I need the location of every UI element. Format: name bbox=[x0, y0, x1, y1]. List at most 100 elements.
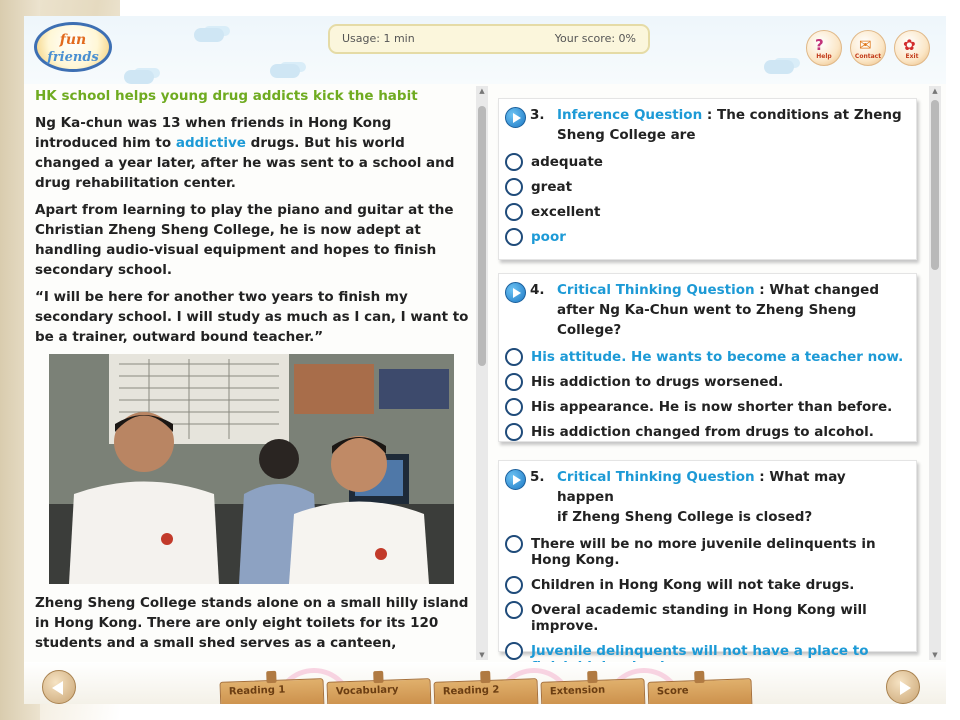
quiz-panel: 3. Inference Question : The conditions a… bbox=[493, 84, 939, 662]
option-label: Children in Hong Kong will not take drug… bbox=[531, 577, 855, 593]
question-text: : The conditions at Zheng bbox=[702, 107, 902, 123]
signpost-pin bbox=[694, 670, 705, 684]
tab-score[interactable]: Score bbox=[647, 670, 753, 704]
radio-button[interactable] bbox=[505, 398, 523, 416]
option-label: His appearance. He is now shorter than b… bbox=[531, 399, 893, 415]
question-text: : What changed bbox=[754, 282, 879, 298]
option-label: His addiction to drugs worsened. bbox=[531, 374, 784, 390]
answer-option-selected[interactable]: poor bbox=[505, 228, 906, 246]
answer-option-selected[interactable]: Juvenile delinquents will not have a pla… bbox=[505, 642, 906, 662]
option-label: Overal academic standing in Hong Kong wi… bbox=[531, 602, 867, 634]
question-type: Critical Thinking Question bbox=[557, 469, 755, 485]
cloud-decoration bbox=[270, 64, 300, 78]
help-label: Help bbox=[816, 53, 832, 60]
cloud-decoration bbox=[124, 70, 154, 84]
radio-button[interactable] bbox=[505, 373, 523, 391]
question-card-5: 5. Critical Thinking Question : What may… bbox=[498, 460, 917, 662]
article-panel: HK school helps young drug addicts kick … bbox=[24, 84, 476, 662]
mail-icon: ✉ bbox=[859, 36, 872, 54]
quiz-scrollbar[interactable]: ▲ ▼ bbox=[929, 86, 941, 660]
article-paragraph: “I will be here for another two years to… bbox=[35, 289, 469, 345]
question-card-4: 4. Critical Thinking Question : What cha… bbox=[498, 273, 917, 442]
answer-option[interactable]: His addiction changed from drugs to alco… bbox=[505, 423, 906, 441]
signpost-pin bbox=[480, 670, 491, 684]
vocabulary-keyword-link[interactable]: addictive bbox=[176, 135, 246, 151]
radio-button[interactable] bbox=[505, 423, 523, 441]
question-number: 4. bbox=[530, 282, 545, 298]
question-number: 3. bbox=[530, 107, 545, 123]
usage-status-bar: Usage: 1 min Your score: 0% bbox=[328, 24, 650, 54]
usage-time: Usage: 1 min bbox=[342, 32, 415, 45]
play-audio-icon[interactable] bbox=[505, 469, 526, 490]
score-display: Your score: 0% bbox=[554, 32, 636, 45]
scroll-thumb[interactable] bbox=[931, 100, 939, 270]
option-label: Juvenile delinquents will not have a pla… bbox=[531, 643, 869, 662]
contact-button[interactable]: ✉ Contact bbox=[850, 30, 886, 66]
question-type: Inference Question bbox=[557, 107, 703, 123]
option-label: His addiction changed from drugs to alco… bbox=[531, 424, 874, 440]
scroll-up-arrow-icon[interactable]: ▲ bbox=[929, 86, 941, 96]
radio-button[interactable] bbox=[505, 348, 523, 366]
radio-button[interactable] bbox=[505, 642, 523, 660]
article-paragraph: Ng Ka-chun was 13 when friends in Hong K… bbox=[35, 113, 473, 193]
article-scrollbar[interactable]: ▲ ▼ bbox=[476, 86, 488, 660]
question-text: after Ng Ka-Chun went to Zheng Sheng Col… bbox=[557, 302, 857, 338]
photo-illustration bbox=[49, 354, 454, 584]
contact-label: Contact bbox=[854, 53, 882, 60]
article-photo bbox=[49, 354, 454, 584]
radio-button[interactable] bbox=[505, 576, 523, 594]
question-header: 3. Inference Question : The conditions a… bbox=[505, 105, 906, 145]
play-audio-icon[interactable] bbox=[505, 107, 526, 128]
tab-vocabulary[interactable]: Vocabulary bbox=[326, 670, 432, 704]
signpost-pin bbox=[266, 670, 277, 684]
logo-text-friends: friends bbox=[47, 49, 99, 65]
answer-option[interactable]: His appearance. He is now shorter than b… bbox=[505, 398, 906, 416]
option-label: There will be no more juvenile delinquen… bbox=[531, 536, 876, 568]
radio-button[interactable] bbox=[505, 601, 523, 619]
article-paragraph: Apart from learning to play the piano an… bbox=[35, 202, 454, 278]
tab-extension[interactable]: Extension bbox=[540, 670, 646, 704]
article-title: HK school helps young drug addicts kick … bbox=[35, 88, 418, 104]
option-label: His attitude. He wants to become a teach… bbox=[531, 349, 904, 365]
radio-button[interactable] bbox=[505, 535, 523, 553]
previous-page-arrow-icon[interactable] bbox=[42, 670, 76, 704]
question-text: if Zheng Sheng College is closed? bbox=[557, 509, 813, 525]
fun-n-friends-logo[interactable]: fun friends bbox=[34, 22, 112, 72]
footer-navigation: Reading 1 Vocabulary Reading 2 Extension… bbox=[24, 662, 946, 704]
option-label: great bbox=[531, 179, 573, 195]
question-header: 5. Critical Thinking Question : What may… bbox=[505, 467, 906, 527]
logo-text-fun: fun bbox=[59, 32, 87, 48]
question-type: Critical Thinking Question bbox=[557, 282, 755, 298]
exit-icon: ✿ bbox=[903, 36, 916, 54]
article-paragraph: Zheng Sheng College stands alone on a sm… bbox=[35, 595, 469, 651]
answer-option[interactable]: There will be no more juvenile delinquen… bbox=[505, 535, 906, 568]
radio-button[interactable] bbox=[505, 153, 523, 171]
play-audio-icon[interactable] bbox=[505, 282, 526, 303]
answer-option[interactable]: His addiction to drugs worsened. bbox=[505, 373, 906, 391]
signpost-pin bbox=[587, 670, 598, 684]
answer-option-selected[interactable]: His attitude. He wants to become a teach… bbox=[505, 348, 906, 366]
next-page-arrow-icon[interactable] bbox=[886, 670, 920, 704]
option-label: poor bbox=[531, 229, 566, 245]
scroll-thumb[interactable] bbox=[478, 106, 486, 366]
scroll-up-arrow-icon[interactable]: ▲ bbox=[476, 86, 488, 96]
question-header: 4. Critical Thinking Question : What cha… bbox=[505, 280, 906, 340]
answer-option[interactable]: Overal academic standing in Hong Kong wi… bbox=[505, 601, 906, 634]
header-bar: fun friends Usage: 1 min Your score: 0% … bbox=[24, 16, 946, 84]
signpost-pin bbox=[373, 670, 384, 684]
answer-option[interactable]: adequate bbox=[505, 153, 906, 171]
radio-button[interactable] bbox=[505, 203, 523, 221]
answer-option[interactable]: Children in Hong Kong will not take drug… bbox=[505, 576, 906, 594]
help-button[interactable]: ? Help bbox=[806, 30, 842, 66]
question-card-3: 3. Inference Question : The conditions a… bbox=[498, 98, 917, 260]
tab-reading-1[interactable]: Reading 1 bbox=[219, 670, 325, 704]
answer-option[interactable]: great bbox=[505, 178, 906, 196]
tab-reading-2[interactable]: Reading 2 bbox=[433, 670, 539, 704]
radio-button[interactable] bbox=[505, 228, 523, 246]
answer-option[interactable]: excellent bbox=[505, 203, 906, 221]
scroll-down-arrow-icon[interactable]: ▼ bbox=[476, 650, 488, 660]
radio-button[interactable] bbox=[505, 178, 523, 196]
question-number: 5. bbox=[530, 469, 545, 485]
scroll-down-arrow-icon[interactable]: ▼ bbox=[929, 650, 941, 660]
exit-button[interactable]: ✿ Exit bbox=[894, 30, 930, 66]
